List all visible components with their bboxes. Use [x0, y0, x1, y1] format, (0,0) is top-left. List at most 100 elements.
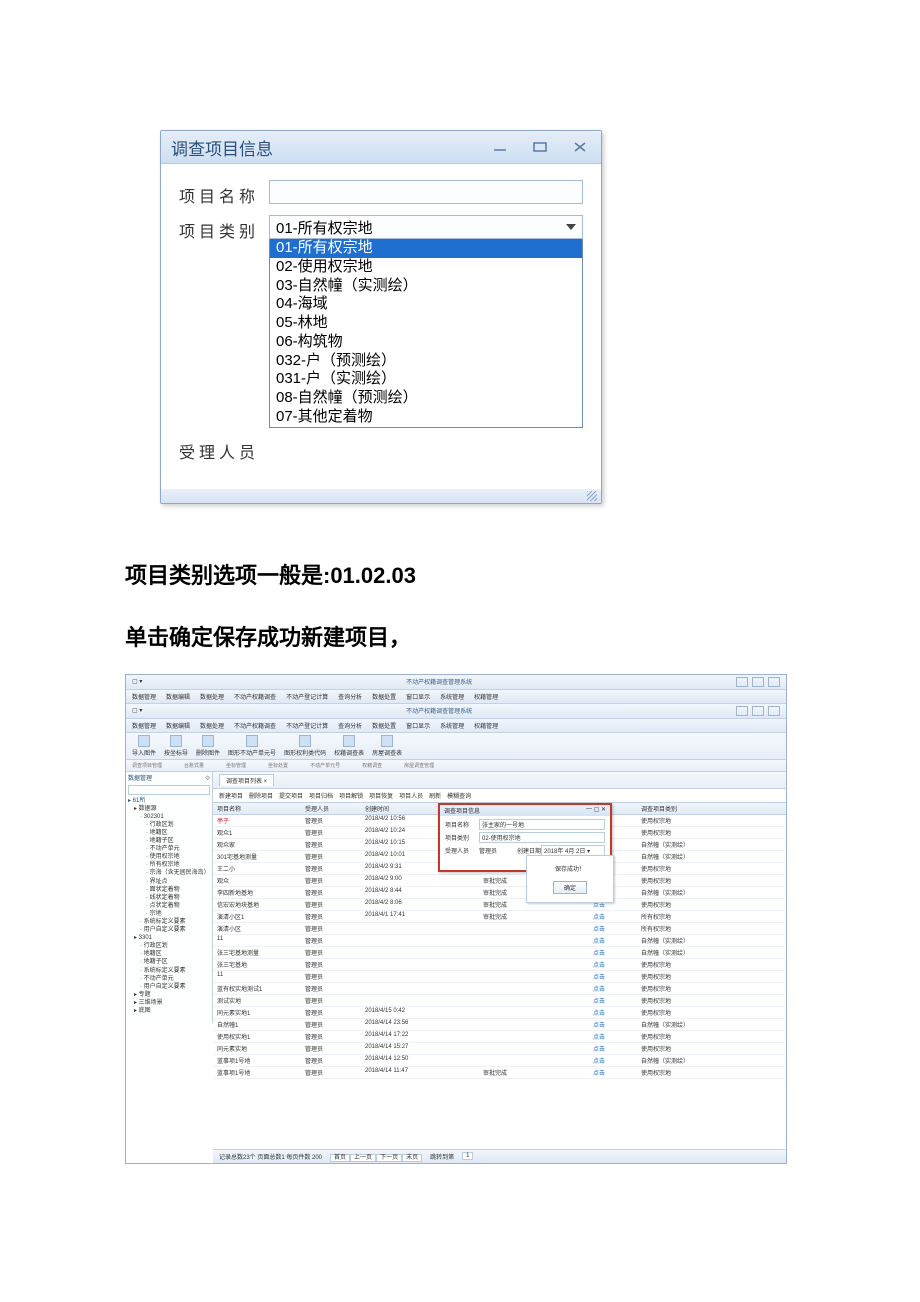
grid-toolbar-button[interactable]: 模糊查询	[447, 791, 471, 800]
tree-node[interactable]: · 302301	[128, 813, 210, 821]
menu-item[interactable]: 数据处置	[372, 721, 396, 730]
pager-button[interactable]: 末页	[402, 1154, 422, 1162]
tree-node[interactable]: · 地籍子区	[128, 958, 210, 966]
table-row[interactable]: 测试实地管理员点击使用权宗地	[213, 995, 786, 1007]
tree-node[interactable]: · 系统标定义要素	[128, 918, 210, 926]
pin-icon[interactable]: ⟐	[205, 775, 210, 783]
project-type-dropdown-list[interactable]: 01-所有权宗地02-使用权宗地03-自然幢（实测绘）04-海域05-林地06-…	[269, 238, 583, 428]
menu-item[interactable]: 不动产权籍调查	[234, 721, 276, 730]
ribbon-icon[interactable]	[381, 735, 393, 747]
tree-node[interactable]: · 行政区划	[128, 821, 210, 829]
column-header[interactable]: 受理人员	[301, 803, 361, 814]
table-row[interactable]: 演清小区1管理员2018/4/1 17:41审批完成点击所有权宗地	[213, 911, 786, 923]
menu-item[interactable]: 不动产登记计算	[286, 721, 328, 730]
table-row[interactable]: 张三宅基地测量管理员点击自然幢（实测绘）	[213, 947, 786, 959]
window-buttons[interactable]	[736, 677, 780, 687]
minimize-icon[interactable]	[489, 139, 511, 155]
ribbon-label[interactable]: 权藉调查表	[334, 748, 364, 757]
grid-toolbar-button[interactable]: 提交项目	[279, 791, 303, 800]
table-row[interactable]: 蓝事项1号地管理员2018/4/14 12:50点击自然幢（实测绘）	[213, 1055, 786, 1067]
cell[interactable]: 点击	[589, 1055, 637, 1066]
table-row[interactable]: 张三宅基地管理员点击使用权宗地	[213, 959, 786, 971]
column-header[interactable]: 项目名称	[213, 803, 301, 814]
tree-node[interactable]: · 所有权宗地	[128, 861, 210, 869]
menu-item[interactable]: 不动产权籍调查	[234, 692, 276, 701]
ribbon-icon[interactable]	[343, 735, 355, 747]
tree-node[interactable]: · 宗海（含无居民海岛）	[128, 869, 210, 877]
pager-button[interactable]: 上一页	[350, 1154, 376, 1162]
cell[interactable]: 点击	[589, 947, 637, 958]
tree-node[interactable]: ▸ 三维场景	[128, 999, 210, 1007]
tree-node[interactable]: · 系统标定义要素	[128, 967, 210, 975]
project-type-option[interactable]: 03-自然幢（实测绘）	[270, 277, 582, 296]
cell[interactable]: 点击	[589, 911, 637, 922]
pager-button[interactable]: 下一页	[376, 1154, 402, 1162]
menu-item[interactable]: 窗口显示	[406, 721, 430, 730]
maximize-icon[interactable]: ▢	[594, 806, 600, 815]
table-row[interactable]: 演清小区管理员点击所有权宗地	[213, 923, 786, 935]
tree-node[interactable]: · 用户自定义要素	[128, 983, 210, 991]
grid-toolbar-button[interactable]: 项目人员	[399, 791, 423, 800]
tree-node[interactable]: ▸ 3301	[128, 934, 210, 942]
grid-toolbar-button[interactable]: 项目解锁	[339, 791, 363, 800]
cell[interactable]: 点击	[589, 1031, 637, 1042]
maximize-icon[interactable]	[529, 139, 551, 155]
table-row[interactable]: 信宏宏地块基地管理员2018/4/2 8:06审批完成点击使用权宗地	[213, 899, 786, 911]
menu-item[interactable]: 窗口显示	[406, 692, 430, 701]
popup-type-combobox[interactable]: 02-使用权宗地	[479, 832, 605, 843]
ribbon-icon[interactable]	[138, 735, 150, 747]
grid-toolbar-button[interactable]: 删除项目	[249, 791, 273, 800]
tree-node[interactable]: ▸ 底图	[128, 1007, 210, 1015]
cell[interactable]: 点击	[589, 1067, 637, 1078]
tree-node[interactable]: · 地籍区	[128, 950, 210, 958]
cell[interactable]: 点击	[589, 995, 637, 1006]
menu-item[interactable]: 不动产登记计算	[286, 692, 328, 701]
messagebox-ok-button[interactable]: 确定	[553, 881, 587, 894]
app-menubar[interactable]: 数据管理数据编辑数据处理不动产权籍调查不动产登记计算查询分析数据处置窗口显示系统…	[126, 719, 786, 733]
cell[interactable]: 点击	[589, 983, 637, 994]
ribbon-label[interactable]: 图形权利类代码	[284, 748, 326, 757]
project-type-option[interactable]: 04-海域	[270, 295, 582, 314]
tab-project-list[interactable]: 调查项目列表 ×	[219, 774, 274, 786]
cell[interactable]: 点击	[589, 959, 637, 970]
menu-item[interactable]: 系统管理	[440, 721, 464, 730]
table-row[interactable]: 自然幢1管理员2018/4/14 23:56点击自然幢（实测绘）	[213, 1019, 786, 1031]
menu-item[interactable]: 数据编辑	[166, 692, 190, 701]
tree-node[interactable]: ▸ 专题	[128, 991, 210, 999]
menu-item[interactable]: 查询分析	[338, 692, 362, 701]
table-row[interactable]: 李四新地基地管理员2018/4/2 8:44审批完成点击自然幢（实测绘）	[213, 887, 786, 899]
tab-strip[interactable]: 调查项目列表 ×	[213, 772, 786, 789]
menu-item[interactable]: 数据处理	[200, 721, 224, 730]
cell[interactable]: 点击	[589, 923, 637, 934]
project-type-option[interactable]: 07-其他定着物	[270, 408, 582, 427]
tree-node[interactable]: · 不动产单元	[128, 975, 210, 983]
column-header[interactable]: 调查项目类别	[637, 803, 757, 814]
tree-search-input[interactable]	[128, 785, 210, 795]
project-type-combobox[interactable]: 01-所有权宗地	[269, 215, 583, 239]
grid-toolbar-button[interactable]: 刷新	[429, 791, 441, 800]
table-row[interactable]: 蓝有权实地测试1管理员点击使用权宗地	[213, 983, 786, 995]
ribbon-label[interactable]: 按坐标导	[164, 748, 188, 757]
project-type-option[interactable]: 08-自然幢（预测绘）	[270, 389, 582, 408]
cell[interactable]: 点击	[589, 971, 637, 982]
table-row[interactable]: 蓝事项1号地管理员2018/4/14 11:47审批完成点击使用权宗地	[213, 1067, 786, 1079]
tree-node[interactable]: · 地籍区	[128, 829, 210, 837]
project-type-option[interactable]: 05-林地	[270, 314, 582, 333]
close-icon[interactable]: ✕	[601, 806, 606, 815]
tree-node[interactable]: ▸ 61所	[128, 797, 210, 805]
app-ribbon[interactable]: 导入图件按坐标导删除图件图形不动产单元号图形权利类代码权藉调查表房屋调查表	[126, 733, 786, 760]
table-row[interactable]: 同元素实地1管理员2018/4/15 0:42点击使用权宗地	[213, 1007, 786, 1019]
minimize-icon[interactable]: —	[586, 806, 592, 815]
ribbon-icon[interactable]	[246, 735, 258, 747]
menu-item[interactable]: 系统管理	[440, 692, 464, 701]
grid-toolbar-button[interactable]: 项目归档	[309, 791, 333, 800]
ribbon-label[interactable]: 图形不动产单元号	[228, 748, 276, 757]
table-row[interactable]: 使用权实地1管理员2018/4/14 17:22点击使用权宗地	[213, 1031, 786, 1043]
tree-node[interactable]: · 宗地	[128, 910, 210, 918]
project-type-option[interactable]: 01-所有权宗地	[270, 239, 582, 258]
tree-node[interactable]: ▸ 数据源	[128, 805, 210, 813]
ribbon-label[interactable]: 删除图件	[196, 748, 220, 757]
tree-node[interactable]: · 不动产单元	[128, 845, 210, 853]
tree-node[interactable]: · 界址点	[128, 878, 210, 886]
project-type-option[interactable]: 032-户（预测绘）	[270, 352, 582, 371]
